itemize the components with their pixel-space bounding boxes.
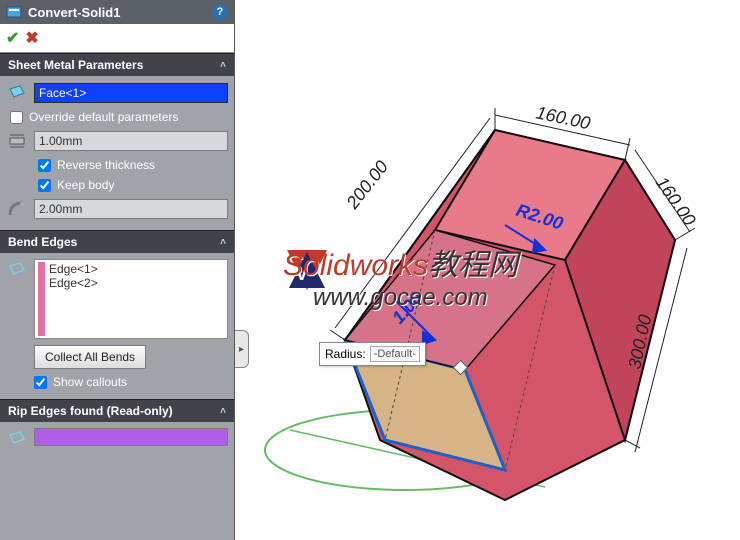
bend-radius-icon: [6, 198, 28, 220]
keep-body-label: Keep body: [57, 178, 114, 192]
panel-title-bar: Convert-Solid1 ?: [0, 0, 234, 24]
show-callouts-row[interactable]: Show callouts: [6, 375, 228, 389]
edge-selection-icon: [6, 259, 28, 281]
section-rip-edges-header[interactable]: Rip Edges found (Read-only) ˄: [0, 399, 234, 422]
fixed-face-input[interactable]: Face<1>: [34, 83, 228, 103]
section-sheet-metal-title: Sheet Metal Parameters: [8, 58, 143, 72]
chevron-up-icon: ˄: [220, 406, 226, 417]
section-bend-edges-header[interactable]: Bend Edges ˄: [0, 230, 234, 253]
show-callouts-label: Show callouts: [53, 375, 127, 389]
keep-body-row[interactable]: Keep body: [34, 178, 228, 192]
chevron-up-icon: ˄: [220, 237, 226, 248]
face-selection-icon: [6, 82, 28, 104]
rip-edges-list[interactable]: [34, 428, 228, 446]
radius-callout-label: Radius:: [325, 347, 366, 361]
dim-160a: 160.00: [534, 102, 592, 133]
help-icon[interactable]: ?: [212, 4, 228, 20]
reverse-thickness-checkbox[interactable]: [38, 159, 51, 172]
collect-all-bends-button[interactable]: Collect All Bends: [34, 345, 146, 369]
list-stripe: [38, 262, 45, 336]
thickness-input[interactable]: [34, 131, 228, 151]
show-callouts-checkbox[interactable]: [34, 376, 47, 389]
section-rip-edges-body: [0, 422, 234, 460]
bend-radius-input[interactable]: [34, 199, 228, 219]
section-sheet-metal-body: Face<1> Override default parameters Reve…: [0, 76, 234, 230]
ok-button[interactable]: ✔: [6, 28, 19, 48]
radius-callout-value[interactable]: -Default-: [370, 346, 420, 362]
section-rip-edges-title: Rip Edges found (Read-only): [8, 404, 173, 418]
panel-flyout-tab[interactable]: ▸: [235, 330, 249, 368]
override-checkbox-row[interactable]: Override default parameters: [6, 110, 228, 124]
section-bend-edges-title: Bend Edges: [8, 235, 77, 249]
keep-body-checkbox[interactable]: [38, 179, 51, 192]
graphics-viewport[interactable]: 160.00 160.00 200.00 300.00 R2.00 1.00 V…: [235, 0, 740, 540]
override-label: Override default parameters: [29, 110, 178, 124]
confirm-row: ✔ ✖: [0, 24, 234, 53]
property-manager-panel: Convert-Solid1 ? ✔ ✖ Sheet Metal Paramet…: [0, 0, 235, 540]
section-sheet-metal-header[interactable]: Sheet Metal Parameters ˄: [0, 53, 234, 76]
rip-edge-icon: [6, 428, 28, 450]
dim-200: 200.00: [342, 157, 392, 213]
thickness-icon: [6, 130, 28, 152]
reverse-thickness-row[interactable]: Reverse thickness: [34, 158, 228, 172]
list-item[interactable]: Edge<2>: [49, 276, 98, 290]
feature-icon: [6, 4, 22, 20]
list-item[interactable]: Edge<1>: [49, 262, 98, 276]
reverse-thickness-label: Reverse thickness: [57, 158, 155, 172]
model-drawing: 160.00 160.00 200.00 300.00 R2.00 1.00: [235, 0, 740, 540]
panel-title: Convert-Solid1: [28, 5, 120, 20]
radius-callout[interactable]: Radius: -Default-: [319, 342, 426, 366]
cancel-button[interactable]: ✖: [25, 28, 38, 48]
bend-edges-list[interactable]: Edge<1> Edge<2>: [34, 259, 228, 339]
chevron-up-icon: ˄: [220, 60, 226, 71]
section-bend-edges-body: Edge<1> Edge<2> Collect All Bends Show c…: [0, 253, 234, 399]
override-checkbox[interactable]: [10, 111, 23, 124]
